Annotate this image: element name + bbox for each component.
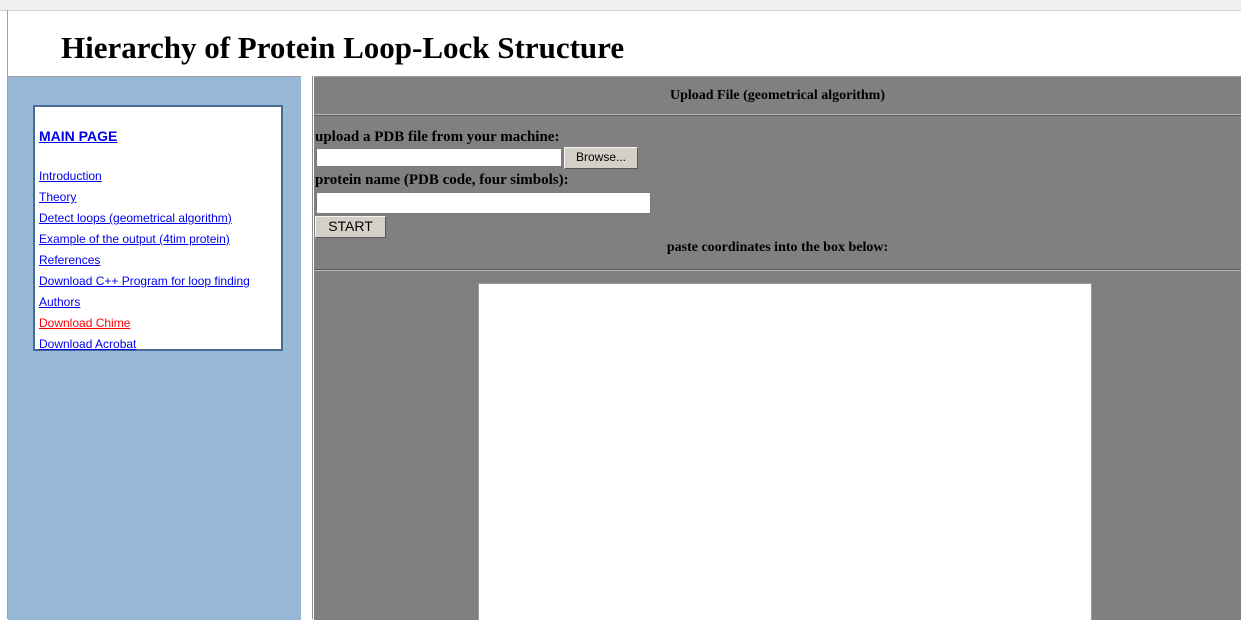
upload-file-label: upload a PDB file from your machine: bbox=[315, 129, 560, 145]
navigation-box: MAIN PAGE Introduction Theory Detect loo… bbox=[33, 105, 283, 351]
introduction-link[interactable]: Introduction bbox=[39, 169, 102, 183]
file-path-input[interactable] bbox=[316, 148, 562, 167]
browser-page: Hierarchy of Protein Loop-Lock Structure… bbox=[0, 0, 1241, 620]
nav-item-theory: Theory bbox=[39, 189, 250, 210]
nav-item-download-cpp: Download C++ Program for loop finding bbox=[39, 273, 250, 294]
protein-name-input[interactable] bbox=[316, 192, 651, 214]
nav-item-download-chime: Download Chime bbox=[39, 315, 250, 336]
nav-item-example-output: Example of the output (4tim protein) bbox=[39, 231, 250, 252]
example-output-link[interactable]: Example of the output (4tim protein) bbox=[39, 232, 230, 246]
main-page-link[interactable]: MAIN PAGE bbox=[39, 128, 117, 144]
section-title: Upload File (geometrical algorithm) bbox=[314, 77, 1241, 115]
download-acrobat-link[interactable]: Download Acrobat bbox=[39, 337, 136, 351]
main-content: Upload File (geometrical algorithm) uplo… bbox=[314, 76, 1241, 620]
browse-button[interactable]: Browse... bbox=[564, 147, 638, 169]
header-banner: Hierarchy of Protein Loop-Lock Structure bbox=[8, 11, 1241, 75]
references-link[interactable]: References bbox=[39, 253, 100, 267]
nav-item-introduction: Introduction bbox=[39, 168, 250, 189]
protein-name-label: protein name (PDB code, four simbols): bbox=[315, 172, 569, 188]
top-border bbox=[0, 0, 1241, 11]
nav-item-authors: Authors bbox=[39, 294, 250, 315]
page-title: Hierarchy of Protein Loop-Lock Structure bbox=[61, 30, 625, 65]
nav-list: Introduction Theory Detect loops (geomet… bbox=[39, 168, 250, 357]
nav-item-download-acrobat: Download Acrobat bbox=[39, 336, 250, 357]
frame-divider-line bbox=[312, 76, 313, 619]
detect-loops-link[interactable]: Detect loops (geometrical algorithm) bbox=[39, 211, 232, 225]
paste-coordinates-label: paste coordinates into the box below: bbox=[666, 240, 889, 255]
coordinates-textarea[interactable] bbox=[478, 283, 1092, 620]
start-button[interactable]: START bbox=[315, 216, 386, 238]
sidebar: MAIN PAGE Introduction Theory Detect loo… bbox=[8, 76, 301, 620]
theory-link[interactable]: Theory bbox=[39, 190, 76, 204]
nav-item-references: References bbox=[39, 252, 250, 273]
paste-divider bbox=[314, 270, 1241, 271]
download-chime-link[interactable]: Download Chime bbox=[39, 316, 130, 330]
nav-item-detect-loops: Detect loops (geometrical algorithm) bbox=[39, 210, 250, 231]
download-cpp-link[interactable]: Download C++ Program for loop finding bbox=[39, 274, 250, 288]
authors-link[interactable]: Authors bbox=[39, 295, 80, 309]
